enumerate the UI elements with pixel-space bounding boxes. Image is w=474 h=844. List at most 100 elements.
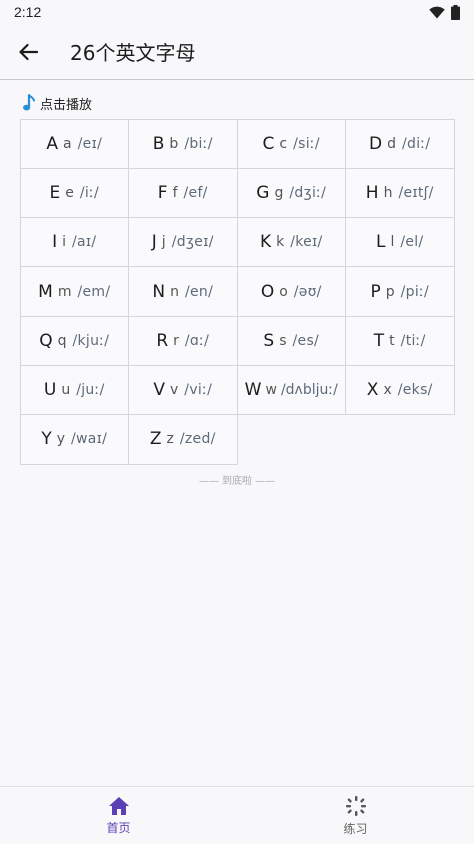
letter-uppercase: R — [156, 330, 169, 351]
letter-cell-b[interactable]: Bb/biː/ — [128, 118, 238, 169]
letter-uppercase: Y — [41, 429, 52, 450]
page-title: 26个英文字母 — [70, 41, 196, 65]
letter-lowercase: i — [62, 234, 66, 251]
letter-uppercase: I — [52, 232, 58, 253]
letter-lowercase: d — [387, 135, 397, 152]
letter-uppercase: Q — [39, 330, 53, 351]
letter-uppercase: H — [365, 182, 379, 203]
letter-cell-s[interactable]: Ss/es/ — [236, 315, 346, 366]
letter-cell-q[interactable]: Qq/kjuː/ — [19, 315, 129, 366]
letter-cell-r[interactable]: Rr/ɑː/ — [128, 315, 238, 366]
back-button[interactable] — [0, 24, 56, 80]
nav-label-practice: 练习 — [343, 821, 368, 836]
letter-lowercase: x — [383, 382, 392, 399]
letter-phonetic: /eɪ/ — [77, 135, 103, 152]
letter-lowercase: w — [265, 382, 277, 399]
letter-cell-x[interactable]: Xx/eks/ — [345, 364, 455, 416]
play-hint-text: 点击播放 — [40, 97, 93, 113]
letter-lowercase: p — [385, 283, 395, 300]
letter-cell-t[interactable]: Tt/tiː/ — [345, 315, 455, 366]
letter-cell-z[interactable]: Zz/zed/ — [128, 414, 238, 465]
letter-phonetic: /zed/ — [179, 431, 216, 448]
letter-phonetic: /ef/ — [183, 184, 208, 201]
letter-phonetic: /em/ — [77, 283, 111, 300]
letter-cell-i[interactable]: Ii/aɪ/ — [19, 217, 129, 268]
letter-lowercase: r — [173, 332, 179, 349]
letter-uppercase: V — [153, 380, 165, 401]
letter-lowercase: u — [61, 382, 71, 399]
letter-phonetic: /juː/ — [76, 382, 105, 399]
letter-phonetic: /eɪtʃ/ — [398, 184, 434, 201]
status-bar: 2:12 — [0, 0, 474, 24]
letter-cell-m[interactable]: Mm/em/ — [19, 266, 129, 317]
letter-uppercase: C — [262, 133, 275, 154]
letter-uppercase: M — [38, 281, 53, 302]
arrow-back-icon — [19, 43, 38, 60]
letter-lowercase: m — [57, 283, 72, 300]
letter-lowercase: l — [390, 234, 395, 251]
letter-cell-e[interactable]: Ee/iː/ — [19, 167, 129, 219]
nav-item-practice[interactable]: 练习 — [237, 787, 474, 844]
letter-cell-c[interactable]: Cc/siː/ — [236, 118, 346, 169]
letter-uppercase: U — [43, 380, 57, 401]
letter-uppercase: E — [49, 182, 61, 203]
letter-uppercase: O — [260, 281, 275, 302]
letter-uppercase: F — [157, 182, 168, 203]
letter-cell-l[interactable]: Ll/el/ — [345, 217, 455, 268]
practice-icon — [345, 795, 366, 816]
letter-cell-a[interactable]: Aa/eɪ/ — [19, 118, 129, 169]
letter-uppercase: W — [244, 380, 262, 401]
letter-cell-p[interactable]: Pp/piː/ — [345, 266, 455, 317]
letter-cell-h[interactable]: Hh/eɪtʃ/ — [345, 167, 455, 219]
letter-uppercase: P — [370, 281, 381, 302]
status-icons — [429, 4, 460, 20]
letter-lowercase: b — [169, 135, 179, 152]
letter-cell-d[interactable]: Dd/diː/ — [345, 118, 455, 169]
letter-lowercase: g — [274, 184, 284, 201]
letter-lowercase: e — [65, 184, 74, 201]
letter-phonetic: /dʒiː/ — [289, 184, 327, 201]
letter-lowercase: y — [56, 431, 65, 448]
letter-uppercase: L — [375, 232, 386, 253]
letter-phonetic: /viː/ — [184, 382, 213, 399]
letter-phonetic: /el/ — [400, 234, 424, 251]
nav-label-home: 首页 — [106, 820, 131, 835]
letter-cell-g[interactable]: Gg/dʒiː/ — [236, 167, 346, 219]
end-of-list-note: —— 到底啦 —— — [198, 476, 276, 487]
letter-phonetic: /aɪ/ — [71, 234, 97, 251]
letter-uppercase: J — [151, 232, 157, 253]
status-time: 2:12 — [14, 4, 42, 20]
letter-lowercase: h — [383, 184, 393, 201]
home-icon — [108, 796, 129, 815]
app-bar: 26个英文字母 — [0, 24, 474, 80]
letter-cell-o[interactable]: Oo/əʊ/ — [236, 266, 346, 317]
letter-uppercase: G — [256, 182, 270, 203]
wifi-icon — [429, 6, 445, 18]
letter-cell-f[interactable]: Ff/ef/ — [128, 167, 238, 219]
letter-cell-w[interactable]: Ww/dʌbljuː/ — [236, 364, 346, 416]
letter-cell-n[interactable]: Nn/en/ — [128, 266, 238, 317]
letter-cell-y[interactable]: Yy/waɪ/ — [19, 414, 129, 465]
letter-uppercase: B — [152, 133, 165, 154]
letter-grid: Aa/eɪ/Bb/biː/Cc/siː/Dd/diː/Ee/iː/Ff/ef/G… — [19, 118, 455, 465]
letter-cell-k[interactable]: Kk/keɪ/ — [236, 217, 346, 268]
letter-phonetic: /kjuː/ — [72, 332, 110, 349]
letter-phonetic: /əʊ/ — [293, 283, 322, 300]
play-hint: 点击播放 — [22, 92, 92, 114]
letter-lowercase: j — [161, 234, 166, 251]
letter-uppercase: D — [369, 133, 383, 154]
letter-lowercase: v — [170, 382, 179, 399]
letter-lowercase: f — [172, 184, 178, 201]
letter-lowercase: s — [279, 332, 287, 349]
letter-phonetic: /diː/ — [402, 135, 431, 152]
letter-cell-v[interactable]: Vv/viː/ — [128, 364, 238, 416]
letter-phonetic: /dʒeɪ/ — [171, 234, 214, 251]
letter-phonetic: /tiː/ — [400, 332, 426, 349]
nav-item-home[interactable]: 首页 — [0, 787, 237, 844]
letter-phonetic: /biː/ — [184, 135, 213, 152]
letter-cell-j[interactable]: Jj/dʒeɪ/ — [128, 217, 238, 268]
letter-uppercase: A — [46, 133, 59, 154]
letter-uppercase: T — [373, 330, 385, 351]
letter-uppercase: K — [259, 232, 272, 253]
letter-cell-u[interactable]: Uu/juː/ — [19, 364, 129, 416]
